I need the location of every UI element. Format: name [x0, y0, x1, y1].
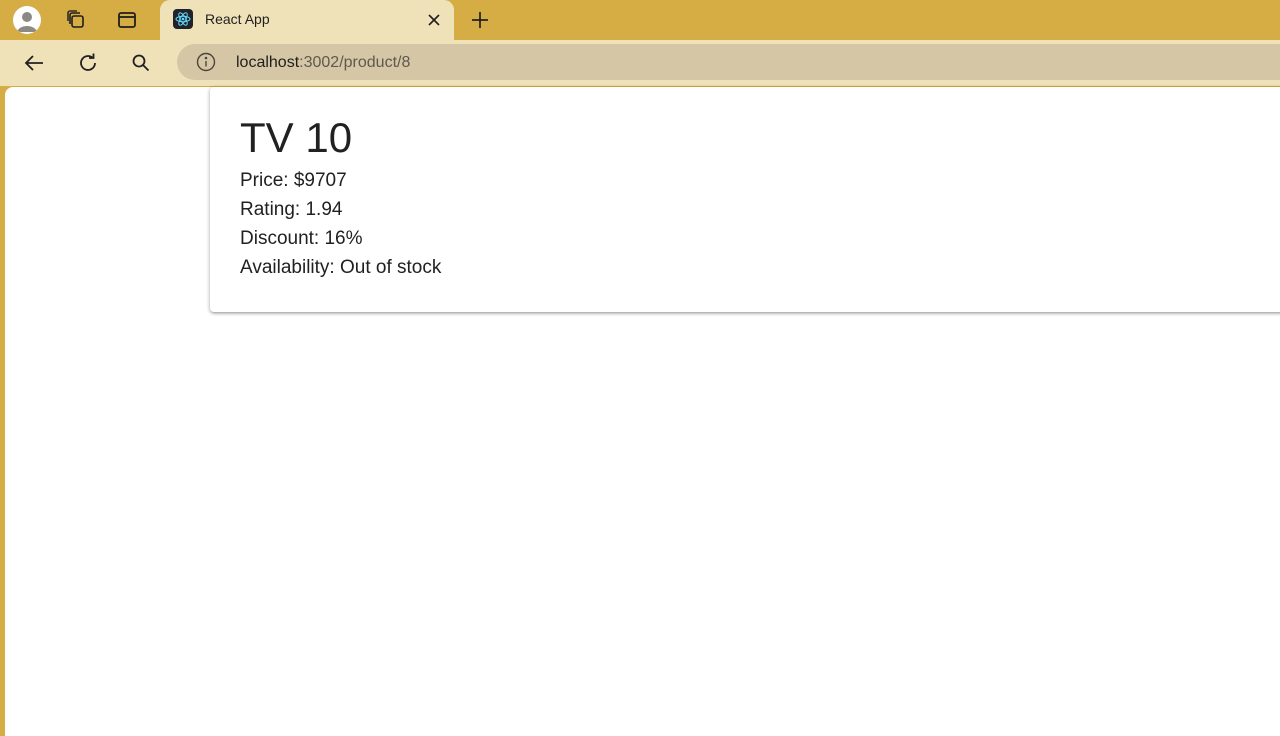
product-card: TV 10 Price: $9707 Rating: 1.94 Discount…: [210, 87, 1280, 312]
react-logo-icon: [173, 9, 193, 29]
search-icon[interactable]: [125, 47, 157, 79]
url-path: :3002/product/8: [299, 54, 411, 71]
tab-title: React App: [205, 11, 270, 27]
back-arrow-icon[interactable]: [18, 47, 50, 79]
url-host: localhost: [236, 54, 300, 71]
profile-avatar-icon[interactable]: [11, 4, 43, 36]
close-tab-icon[interactable]: [424, 10, 444, 30]
product-title: TV 10: [240, 114, 353, 161]
product-discount: Discount: 16%: [240, 228, 363, 249]
new-tab-icon[interactable]: [464, 4, 496, 36]
url-text[interactable]: localhost:3002/product/8: [236, 54, 410, 72]
page-viewport: TV 10 Price: $9707 Rating: 1.94 Discount…: [5, 87, 1280, 736]
workspaces-icon[interactable]: [60, 4, 92, 36]
product-price: Price: $9707: [240, 170, 347, 191]
vertical-tabs-icon[interactable]: [111, 4, 143, 36]
info-icon[interactable]: [195, 51, 217, 73]
browser-tab-strip: React App: [0, 0, 1280, 40]
browser-toolbar: localhost:3002/product/8: [0, 40, 1280, 86]
reload-icon[interactable]: [72, 47, 104, 79]
address-bar[interactable]: localhost:3002/product/8: [177, 44, 1280, 80]
product-rating: Rating: 1.94: [240, 199, 343, 220]
product-availability: Availability: Out of stock: [240, 257, 442, 278]
tab-react-app[interactable]: React App: [160, 0, 454, 40]
